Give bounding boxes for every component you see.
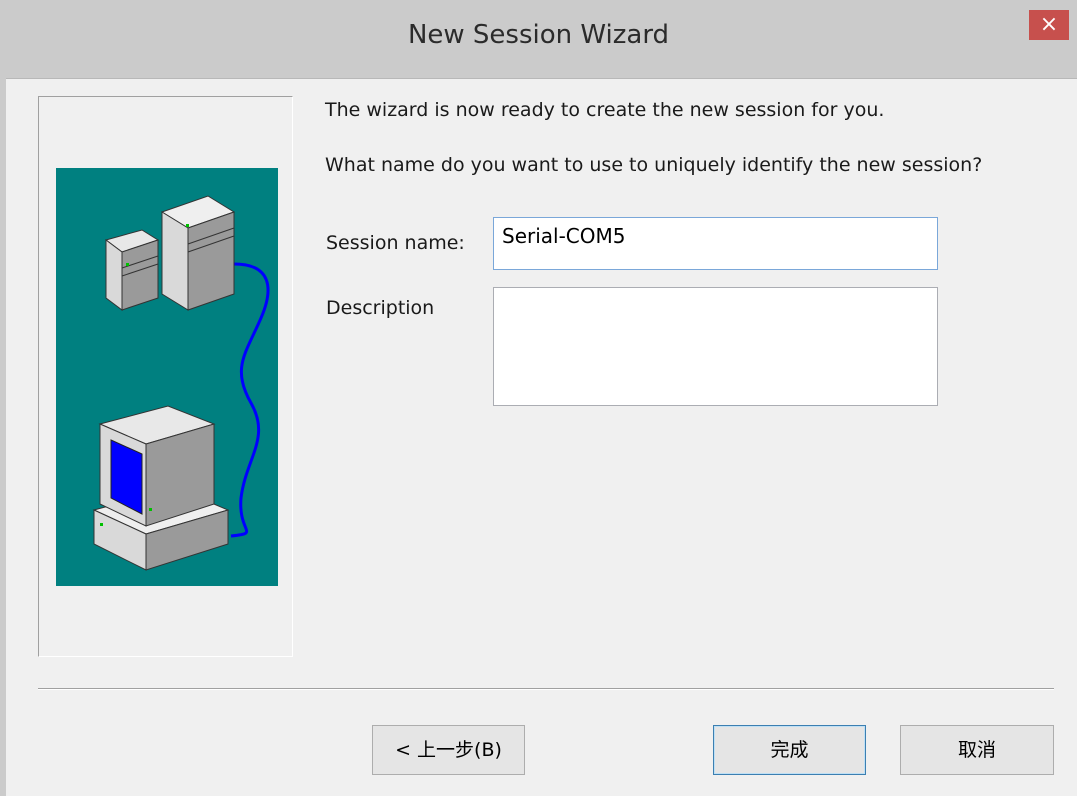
close-button[interactable]: ×: [1029, 10, 1069, 40]
session-name-value: Serial-COM5: [502, 224, 626, 248]
back-button[interactable]: < 上一步(B): [372, 725, 525, 775]
title-bar[interactable]: New Session Wizard ×: [0, 0, 1077, 79]
wizard-question-text: What name do you want to use to uniquely…: [325, 154, 983, 176]
wizard-intro-text: The wizard is now ready to create the ne…: [325, 99, 885, 121]
session-name-label: Session name:: [326, 232, 465, 254]
window-title: New Session Wizard: [407, 20, 670, 50]
server-computer-icon: [92, 195, 270, 571]
cancel-button[interactable]: 取消: [900, 725, 1054, 775]
close-icon: ×: [1039, 12, 1059, 37]
session-name-input[interactable]: Serial-COM5: [493, 217, 938, 270]
description-textarea[interactable]: [493, 287, 938, 406]
description-label: Description: [326, 297, 435, 319]
button-separator: [38, 688, 1054, 690]
wizard-illustration: [56, 168, 278, 586]
window-frame: [0, 78, 6, 796]
finish-button[interactable]: 完成: [713, 725, 866, 775]
question-container: What name do you want to use to uniquely…: [325, 154, 985, 190]
